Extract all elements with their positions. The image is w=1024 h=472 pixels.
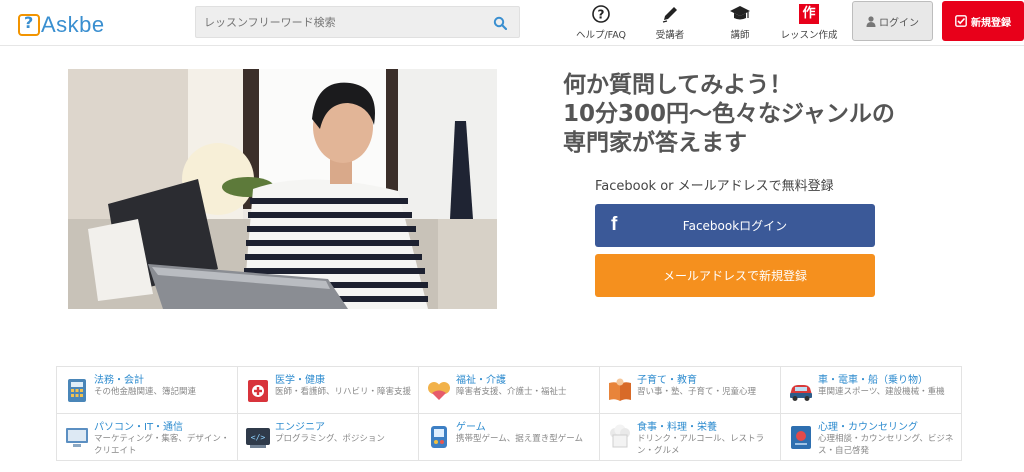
category-desc: ドリンク・アルコール、レストラン・グルメ (637, 434, 765, 456)
category-desc: 習い事・塾、子育て・児童心理 (637, 387, 757, 397)
medical-icon (248, 380, 268, 402)
computer-icon (66, 428, 88, 447)
category-pc-it[interactable]: パソコン・IT・通信 マーケティング・集客、デザイン・クリエイト (57, 414, 238, 461)
category-food-cooking[interactable]: 食事・料理・栄養 ドリンク・アルコール、レストラン・グルメ (600, 414, 781, 461)
category-title: 福祉・介護 (456, 375, 506, 386)
logo-text: Askbe (41, 12, 105, 37)
facebook-login-button[interactable]: f Facebookログイン (595, 204, 875, 247)
facebook-icon: f (611, 214, 618, 235)
category-desc: マーケティング・集客、デザイン・クリエイト (94, 434, 230, 456)
pen-icon (662, 7, 677, 23)
category-title: ゲーム (456, 422, 486, 433)
category-psychology[interactable]: 心理・カウンセリング 心理相談・カウンセリング、ビジネス・自己啓発 (781, 414, 962, 461)
nav-help-faq[interactable]: ? ヘルプ/FAQ (572, 4, 630, 42)
game-icon (431, 426, 447, 448)
category-title: エンジニア (275, 422, 325, 433)
care-icon (428, 382, 450, 400)
category-title: 医学・健康 (275, 375, 325, 386)
category-law-accounting[interactable]: 法務・会計 その他金融関連、簿記関連 (57, 367, 238, 414)
hero-image (68, 69, 497, 309)
hero-title: 何か質問してみよう！ 10分300円〜色々なジャンルの 専門家が答えます (563, 71, 983, 158)
category-desc: その他金融関連、簿記関連 (94, 387, 197, 397)
category-title: 法務・会計 (94, 375, 144, 386)
code-icon: </> (246, 428, 270, 448)
car-icon (790, 385, 812, 401)
create-lesson-icon: 作 (799, 4, 819, 24)
signup-caption: Facebook or メールアドレスで無料登録 (595, 179, 834, 194)
hero-title-line1: 何か質問してみよう！ (563, 72, 793, 98)
category-desc: プログラミング、ポジション (275, 434, 385, 444)
category-title: 車・電車・船（乗り物） (818, 375, 928, 386)
help-icon: ? (592, 5, 610, 23)
category-row: パソコン・IT・通信 マーケティング・集客、デザイン・クリエイト </> エンジ… (57, 414, 962, 461)
graduation-cap-icon (730, 6, 750, 20)
category-childcare-education[interactable]: 子育て・教育 習い事・塾、子育て・児童心理 (600, 367, 781, 414)
search-input[interactable] (196, 7, 486, 37)
login-button[interactable]: ログイン (852, 1, 933, 41)
category-welfare-care[interactable]: 福祉・介護 障害者支援、介護士・福祉士 (419, 367, 600, 414)
hero-title-line2: 10分300円〜色々なジャンルの (563, 101, 895, 127)
logo-mark-icon (18, 13, 40, 36)
checkbox-icon (955, 15, 967, 27)
site-header: Askbe ? ヘルプ/FAQ 受講者 (0, 0, 1024, 46)
svg-text:?: ? (598, 8, 605, 22)
login-label: ログイン (879, 17, 919, 29)
email-register-label: メールアドレスで新規登録 (662, 269, 807, 283)
nav-create-lesson-label: レッスン作成 (780, 30, 838, 41)
category-title: 子育て・教育 (637, 375, 697, 386)
category-grid: 法務・会計 その他金融関連、簿記関連 医学・健康 医師・看護師、リハビリ・障害支… (56, 366, 962, 461)
category-engineer[interactable]: </> エンジニア プログラミング、ポジション (238, 414, 419, 461)
category-desc: 医師・看護師、リハビリ・障害支援 (275, 387, 412, 397)
category-medical-health[interactable]: 医学・健康 医師・看護師、リハビリ・障害支援 (238, 367, 419, 414)
hero-title-line3: 専門家が答えます (563, 130, 747, 156)
category-desc: 障害者支援、介護士・福祉士 (456, 387, 567, 397)
book-icon (609, 378, 631, 401)
category-game[interactable]: ゲーム 携帯型ゲーム、据え置き型ゲーム (419, 414, 600, 461)
category-desc: 車関連スポーツ、建設機械・重機 (818, 387, 945, 397)
search-icon[interactable] (493, 16, 507, 30)
nav-create-lesson[interactable]: 作 レッスン作成 (776, 4, 842, 42)
nav-teacher-label: 講師 (730, 30, 750, 41)
category-title: パソコン・IT・通信 (94, 422, 184, 433)
nav-teacher[interactable]: 講師 (722, 4, 758, 42)
nav-student-label: 受講者 (655, 30, 685, 41)
email-register-button[interactable]: メールアドレスで新規登録 (595, 254, 875, 297)
calculator-icon (68, 379, 86, 402)
category-title: 心理・カウンセリング (818, 422, 918, 433)
nav-help-label: ヘルプ/FAQ (575, 30, 627, 41)
category-desc: 心理相談・カウンセリング、ビジネス・自己啓発 (818, 434, 954, 456)
askbe-logo[interactable]: Askbe (18, 12, 105, 38)
category-row: 法務・会計 その他金融関連、簿記関連 医学・健康 医師・看護師、リハビリ・障害支… (57, 367, 962, 414)
register-label: 新規登録 (971, 17, 1011, 29)
chef-icon (610, 424, 630, 448)
register-button[interactable]: 新規登録 (942, 1, 1024, 41)
psychology-icon (791, 426, 811, 449)
search-box (195, 6, 520, 38)
category-title: 食事・料理・栄養 (637, 422, 717, 433)
nav-student[interactable]: 受講者 (648, 4, 692, 42)
category-desc: 携帯型ゲーム、据え置き型ゲーム (456, 434, 583, 444)
user-icon (866, 15, 876, 27)
facebook-login-label: Facebookログイン (682, 219, 788, 233)
category-vehicles[interactable]: 車・電車・船（乗り物） 車関連スポーツ、建設機械・重機 (781, 367, 962, 414)
svg-text:</>: </> (251, 433, 266, 442)
